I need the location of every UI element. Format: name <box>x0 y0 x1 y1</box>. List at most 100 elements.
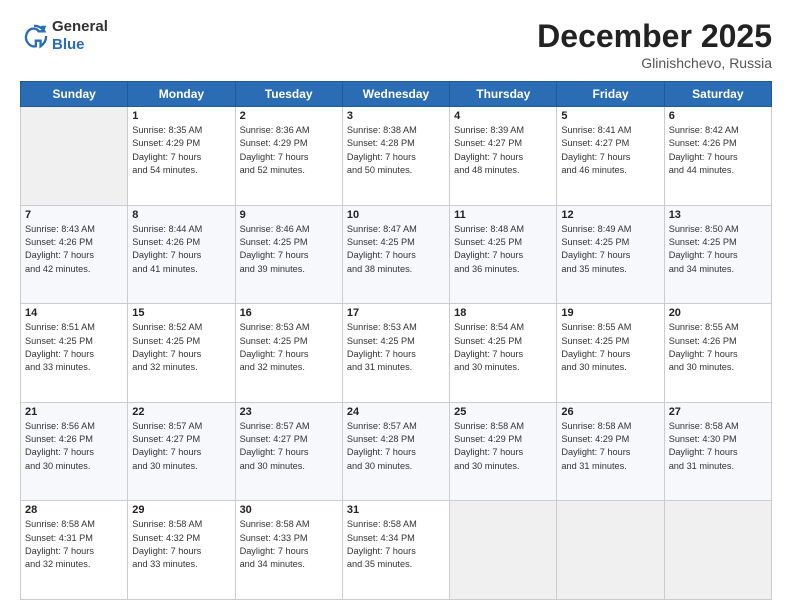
cell-info: Sunrise: 8:58 AMSunset: 4:29 PMDaylight:… <box>561 420 659 473</box>
logo-icon <box>20 22 48 50</box>
calendar-cell: 15 Sunrise: 8:52 AMSunset: 4:25 PMDayligh… <box>128 304 235 403</box>
calendar-cell: 11 Sunrise: 8:48 AMSunset: 4:25 PMDayligh… <box>450 205 557 304</box>
header: General Blue December 2025 Glinishchevo,… <box>20 18 772 71</box>
cell-info: Sunrise: 8:36 AMSunset: 4:29 PMDaylight:… <box>240 124 338 177</box>
logo: General Blue <box>20 18 108 54</box>
calendar-cell: 13 Sunrise: 8:50 AMSunset: 4:25 PMDayligh… <box>664 205 771 304</box>
week-row-1: 7 Sunrise: 8:43 AMSunset: 4:26 PMDaylight… <box>21 205 772 304</box>
day-number: 26 <box>561 406 659 418</box>
cell-info: Sunrise: 8:58 AMSunset: 4:30 PMDaylight:… <box>669 420 767 473</box>
calendar-cell: 4 Sunrise: 8:39 AMSunset: 4:27 PMDaylight… <box>450 107 557 206</box>
calendar-cell: 31 Sunrise: 8:58 AMSunset: 4:34 PMDayligh… <box>342 501 449 600</box>
day-number: 21 <box>25 406 123 418</box>
day-number: 16 <box>240 307 338 319</box>
day-number: 1 <box>132 110 230 122</box>
cell-info: Sunrise: 8:39 AMSunset: 4:27 PMDaylight:… <box>454 124 552 177</box>
cell-info: Sunrise: 8:55 AMSunset: 4:26 PMDaylight:… <box>669 321 767 374</box>
week-row-0: 1 Sunrise: 8:35 AMSunset: 4:29 PMDaylight… <box>21 107 772 206</box>
calendar-cell: 6 Sunrise: 8:42 AMSunset: 4:26 PMDaylight… <box>664 107 771 206</box>
day-number: 9 <box>240 209 338 221</box>
cell-info: Sunrise: 8:43 AMSunset: 4:26 PMDaylight:… <box>25 223 123 276</box>
day-header-saturday: Saturday <box>664 82 771 107</box>
calendar-cell: 9Sunrise: 8:46 AMSunset: 4:25 PMDaylight… <box>235 205 342 304</box>
day-number: 8 <box>132 209 230 221</box>
day-number: 29 <box>132 504 230 516</box>
calendar-cell: 18Sunrise: 8:54 AMSunset: 4:25 PMDayligh… <box>450 304 557 403</box>
cell-info: Sunrise: 8:48 AMSunset: 4:25 PMDaylight:… <box>454 223 552 276</box>
calendar-cell: 14Sunrise: 8:51 AMSunset: 4:25 PMDayligh… <box>21 304 128 403</box>
day-number: 13 <box>669 209 767 221</box>
cell-info: Sunrise: 8:35 AMSunset: 4:29 PMDaylight:… <box>132 124 230 177</box>
week-row-4: 28Sunrise: 8:58 AMSunset: 4:31 PMDayligh… <box>21 501 772 600</box>
calendar-cell <box>664 501 771 600</box>
day-number: 23 <box>240 406 338 418</box>
calendar-cell: 21 Sunrise: 8:56 AMSunset: 4:26 PMDayligh… <box>21 402 128 501</box>
calendar-cell: 26 Sunrise: 8:58 AMSunset: 4:29 PMDayligh… <box>557 402 664 501</box>
calendar-cell: 19Sunrise: 8:55 AMSunset: 4:25 PMDayligh… <box>557 304 664 403</box>
calendar-cell: 23 Sunrise: 8:57 AMSunset: 4:27 PMDayligh… <box>235 402 342 501</box>
calendar-cell: 22 Sunrise: 8:57 AMSunset: 4:27 PMDayligh… <box>128 402 235 501</box>
cell-info: Sunrise: 8:57 AMSunset: 4:27 PMDaylight:… <box>240 420 338 473</box>
day-number: 11 <box>454 209 552 221</box>
cell-info: Sunrise: 8:47 AMSunset: 4:25 PMDaylight:… <box>347 223 445 276</box>
day-number: 3 <box>347 110 445 122</box>
day-number: 10 <box>347 209 445 221</box>
calendar-cell: 12 Sunrise: 8:49 AMSunset: 4:25 PMDayligh… <box>557 205 664 304</box>
cell-info: Sunrise: 8:38 AMSunset: 4:28 PMDaylight:… <box>347 124 445 177</box>
day-number: 15 <box>132 307 230 319</box>
cell-info: Sunrise: 8:58 AMSunset: 4:31 PMDaylight:… <box>25 518 123 571</box>
calendar-cell: 17Sunrise: 8:53 AMSunset: 4:25 PMDayligh… <box>342 304 449 403</box>
calendar-cell: 7 Sunrise: 8:43 AMSunset: 4:26 PMDaylight… <box>21 205 128 304</box>
day-number: 25 <box>454 406 552 418</box>
calendar-cell: 24 Sunrise: 8:57 AMSunset: 4:28 PMDayligh… <box>342 402 449 501</box>
cell-info: Sunrise: 8:53 AMSunset: 4:25 PMDaylight:… <box>240 321 338 374</box>
calendar-cell: 28Sunrise: 8:58 AMSunset: 4:31 PMDayligh… <box>21 501 128 600</box>
cell-info: Sunrise: 8:41 AMSunset: 4:27 PMDaylight:… <box>561 124 659 177</box>
cell-info: Sunrise: 8:58 AMSunset: 4:34 PMDaylight:… <box>347 518 445 571</box>
day-number: 22 <box>132 406 230 418</box>
cell-info: Sunrise: 8:55 AMSunset: 4:25 PMDaylight:… <box>561 321 659 374</box>
day-number: 31 <box>347 504 445 516</box>
calendar-cell: 30Sunrise: 8:58 AMSunset: 4:33 PMDayligh… <box>235 501 342 600</box>
cell-info: Sunrise: 8:58 AMSunset: 4:29 PMDaylight:… <box>454 420 552 473</box>
logo-text: General Blue <box>52 18 108 54</box>
month-title: December 2025 <box>537 18 772 55</box>
location: Glinishchevo, Russia <box>537 55 772 71</box>
cell-info: Sunrise: 8:56 AMSunset: 4:26 PMDaylight:… <box>25 420 123 473</box>
calendar-cell: 25 Sunrise: 8:58 AMSunset: 4:29 PMDayligh… <box>450 402 557 501</box>
calendar-cell <box>557 501 664 600</box>
day-header-thursday: Thursday <box>450 82 557 107</box>
cell-info: Sunrise: 8:57 AMSunset: 4:28 PMDaylight:… <box>347 420 445 473</box>
calendar-cell: 27Sunrise: 8:58 AMSunset: 4:30 PMDayligh… <box>664 402 771 501</box>
calendar-cell: 16 Sunrise: 8:53 AMSunset: 4:25 PMDayligh… <box>235 304 342 403</box>
calendar-cell: 29 Sunrise: 8:58 AMSunset: 4:32 PMDayligh… <box>128 501 235 600</box>
day-number: 4 <box>454 110 552 122</box>
day-number: 17 <box>347 307 445 319</box>
day-number: 5 <box>561 110 659 122</box>
day-header-friday: Friday <box>557 82 664 107</box>
week-row-3: 21 Sunrise: 8:56 AMSunset: 4:26 PMDayligh… <box>21 402 772 501</box>
cell-info: Sunrise: 8:44 AMSunset: 4:26 PMDaylight:… <box>132 223 230 276</box>
day-number: 12 <box>561 209 659 221</box>
calendar-table: SundayMondayTuesdayWednesdayThursdayFrid… <box>20 81 772 600</box>
day-header-monday: Monday <box>128 82 235 107</box>
cell-info: Sunrise: 8:52 AMSunset: 4:25 PMDaylight:… <box>132 321 230 374</box>
calendar-cell: 1 Sunrise: 8:35 AMSunset: 4:29 PMDaylight… <box>128 107 235 206</box>
day-header-wednesday: Wednesday <box>342 82 449 107</box>
day-header-row: SundayMondayTuesdayWednesdayThursdayFrid… <box>21 82 772 107</box>
day-number: 6 <box>669 110 767 122</box>
cell-info: Sunrise: 8:50 AMSunset: 4:25 PMDaylight:… <box>669 223 767 276</box>
day-number: 7 <box>25 209 123 221</box>
calendar-cell: 2 Sunrise: 8:36 AMSunset: 4:29 PMDaylight… <box>235 107 342 206</box>
day-number: 14 <box>25 307 123 319</box>
calendar-cell: 10 Sunrise: 8:47 AMSunset: 4:25 PMDayligh… <box>342 205 449 304</box>
day-number: 24 <box>347 406 445 418</box>
calendar-cell: 8 Sunrise: 8:44 AMSunset: 4:26 PMDaylight… <box>128 205 235 304</box>
cell-info: Sunrise: 8:58 AMSunset: 4:32 PMDaylight:… <box>132 518 230 571</box>
day-header-sunday: Sunday <box>21 82 128 107</box>
cell-info: Sunrise: 8:42 AMSunset: 4:26 PMDaylight:… <box>669 124 767 177</box>
cell-info: Sunrise: 8:57 AMSunset: 4:27 PMDaylight:… <box>132 420 230 473</box>
cell-info: Sunrise: 8:49 AMSunset: 4:25 PMDaylight:… <box>561 223 659 276</box>
day-header-tuesday: Tuesday <box>235 82 342 107</box>
day-number: 2 <box>240 110 338 122</box>
